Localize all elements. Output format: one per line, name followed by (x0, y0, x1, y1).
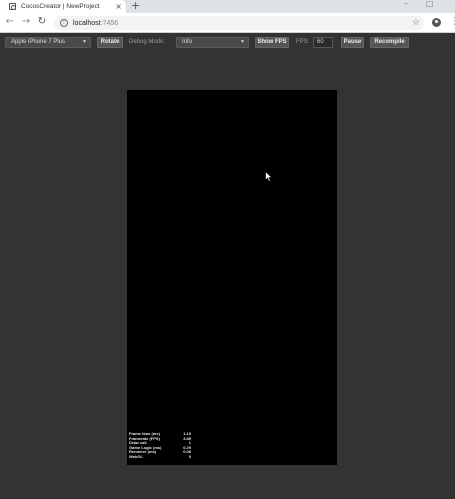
pause-button[interactable]: Pause (341, 37, 364, 48)
url-host: localhost (73, 19, 101, 27)
tab-title: CocosCreator | NewProject (21, 3, 100, 10)
fps-input[interactable]: 60 (313, 37, 333, 48)
fps-label: FPS: (296, 39, 310, 45)
minimize-icon[interactable]: – (404, 0, 408, 10)
maximize-icon[interactable]: □ (426, 0, 434, 10)
browser-menu-icon[interactable]: ⋮ (450, 16, 455, 28)
chevron-down-icon: ▼ (82, 39, 87, 45)
back-arrow-icon[interactable]: ← (4, 16, 16, 28)
browser-window: CocosCreator | NewProject × + – □ ← → ↻ … (0, 0, 455, 499)
debug-stats-panel: Frame time (ms) 1.10 Framerate (FPS) 3.85 … (129, 431, 191, 460)
chevron-down-icon: ▼ (240, 39, 245, 45)
device-select[interactable]: Apple iPhone 7 Plus ▼ (5, 37, 91, 48)
debug-mode-label: Debug Mode: (129, 39, 166, 45)
stat-label: WebGL (129, 453, 143, 459)
cocos-favicon-icon (9, 3, 16, 10)
browser-toolbar: ← → ↻ i localhost:7456 ☆ ⋮ (0, 13, 455, 33)
new-tab-icon[interactable]: + (131, 0, 140, 12)
site-info-icon[interactable]: i (60, 19, 68, 27)
show-fps-button[interactable]: Show FPS (255, 37, 289, 48)
device-select-value: Apple iPhone 7 Plus (11, 39, 66, 45)
stat-row: WebGL 0 (129, 453, 191, 460)
browser-tab[interactable]: CocosCreator | NewProject × (0, 0, 126, 13)
url-port: :7456 (100, 19, 119, 27)
tab-strip: CocosCreator | NewProject × + – □ (0, 0, 455, 13)
game-canvas[interactable]: Frame time (ms) 1.10 Framerate (FPS) 3.85 … (127, 90, 337, 465)
recompile-button[interactable]: Recompile (370, 37, 409, 48)
reload-icon[interactable]: ↻ (36, 16, 48, 28)
mouse-cursor-icon (265, 171, 273, 182)
stat-value: 0 (188, 453, 191, 459)
url-text: localhost:7456 (73, 20, 118, 27)
forward-arrow-icon[interactable]: → (20, 16, 32, 28)
bookmark-star-icon[interactable]: ☆ (412, 16, 420, 30)
tab-close-icon[interactable]: × (115, 1, 122, 12)
profile-avatar-icon[interactable] (432, 18, 441, 27)
address-bar[interactable]: i localhost:7456 ☆ (54, 16, 424, 30)
preview-toolbar: Apple iPhone 7 Plus ▼ Rotate Debug Mode:… (0, 34, 455, 52)
debug-mode-select-value: Info (182, 39, 193, 45)
rotate-button[interactable]: Rotate (97, 37, 123, 48)
debug-mode-select[interactable]: Info ▼ (176, 37, 249, 48)
